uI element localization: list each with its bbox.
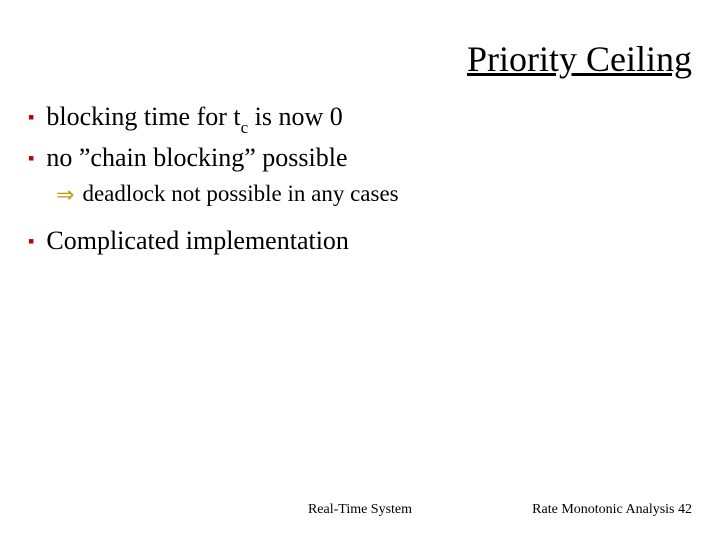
bullet-item: ▪ Complicated implementation	[28, 224, 692, 258]
bullet-item: ▪ no ”chain blocking” possible	[28, 141, 692, 175]
text-fragment: blocking time for	[46, 102, 233, 131]
slide-title: Priority Ceiling	[467, 38, 692, 80]
footer-label: Rate Monotonic Analysis	[532, 502, 678, 517]
bullet-marker-icon: ▪	[28, 230, 34, 253]
slide-content: ▪ blocking time for tc is now 0 ▪ no ”ch…	[28, 100, 692, 261]
slide: Priority Ceiling ▪ blocking time for tc …	[0, 0, 720, 540]
footer-right: Rate Monotonic Analysis 42	[532, 502, 692, 518]
text-fragment: is now 0	[248, 102, 343, 131]
bullet-marker-icon: ▪	[28, 106, 34, 129]
page-number: 42	[678, 502, 692, 517]
tau-symbol: t	[233, 100, 240, 134]
tau-subscript: c	[241, 118, 249, 137]
bullet-text: no ”chain blocking” possible	[46, 141, 347, 175]
bullet-text: blocking time for tc is now 0	[46, 100, 342, 137]
bullet-item: ▪ blocking time for tc is now 0	[28, 100, 692, 137]
sub-bullet-item: ⇒ deadlock not possible in any cases	[56, 179, 692, 210]
bullet-text: Complicated implementation	[46, 224, 349, 258]
bullet-marker-icon: ▪	[28, 147, 34, 170]
sub-bullet-text: deadlock not possible in any cases	[82, 179, 398, 209]
arrow-icon: ⇒	[56, 181, 74, 210]
